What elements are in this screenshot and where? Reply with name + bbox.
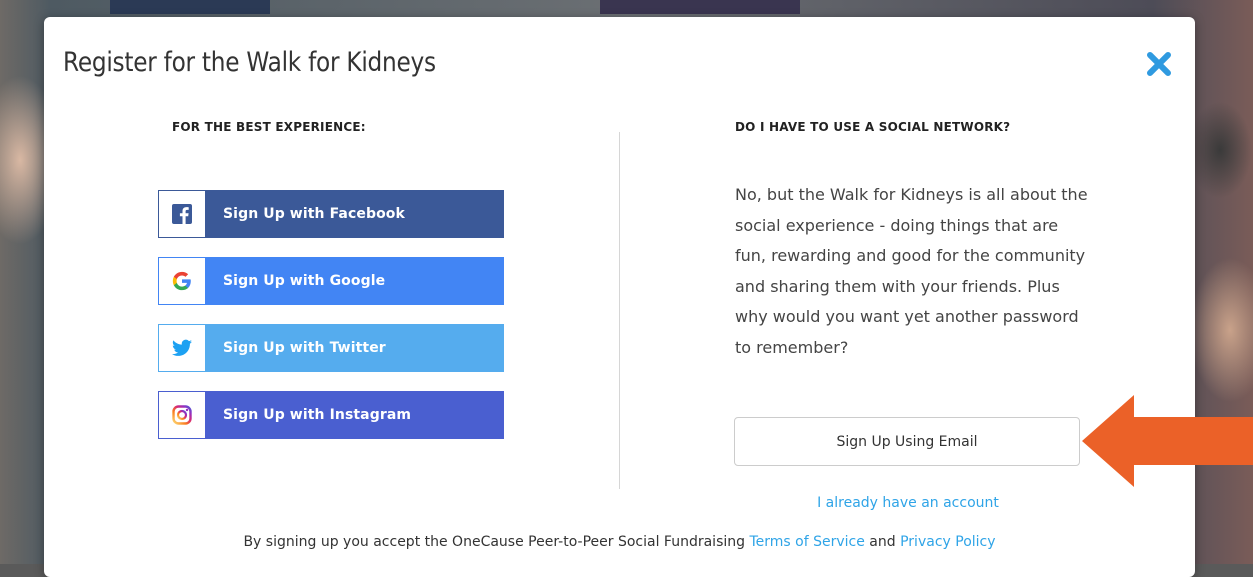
instagram-icon (172, 405, 192, 425)
footer-text-between: and (864, 534, 901, 550)
privacy-policy-link[interactable]: Privacy Policy (900, 534, 995, 550)
email-signup-button[interactable]: Sign Up Using Email (734, 417, 1080, 466)
column-divider (619, 132, 620, 489)
terms-of-service-link[interactable]: Terms of Service (749, 534, 864, 550)
register-modal: Register for the Walk for Kidneys FOR TH… (44, 17, 1195, 577)
background-stripe (600, 0, 800, 14)
terms-footer: By signing up you accept the OneCause Pe… (44, 534, 1195, 550)
best-experience-heading: FOR THE BEST EXPERIENCE: (172, 120, 366, 134)
instagram-signup-button[interactable]: Sign Up with Instagram (158, 391, 504, 439)
google-signup-button[interactable]: Sign Up with Google (158, 257, 504, 305)
background-stripe (110, 0, 270, 14)
facebook-icon (172, 204, 192, 224)
twitter-signup-button[interactable]: Sign Up with Twitter (158, 324, 504, 372)
close-x-icon (1147, 52, 1171, 76)
footer-text-before: By signing up you accept the OneCause Pe… (243, 534, 750, 550)
instagram-icon-container (159, 392, 205, 438)
modal-title: Register for the Walk for Kidneys (63, 47, 436, 78)
google-icon-container (159, 258, 205, 304)
close-button[interactable] (1144, 49, 1174, 79)
google-signup-label: Sign Up with Google (223, 273, 386, 289)
social-network-question-heading: DO I HAVE TO USE A SOCIAL NETWORK? (735, 120, 1011, 134)
google-icon (172, 271, 191, 291)
facebook-signup-label: Sign Up with Facebook (223, 206, 405, 222)
facebook-signup-button[interactable]: Sign Up with Facebook (158, 190, 504, 238)
social-network-explanation: No, but the Walk for Kidneys is all abou… (735, 185, 1088, 357)
twitter-icon (172, 339, 192, 356)
facebook-icon-container (159, 191, 205, 237)
existing-account-link[interactable]: I already have an account (735, 495, 1081, 511)
twitter-icon-container (159, 325, 205, 371)
left-arrow-icon (1082, 395, 1253, 487)
instagram-signup-label: Sign Up with Instagram (223, 407, 412, 423)
twitter-signup-label: Sign Up with Twitter (223, 340, 386, 356)
